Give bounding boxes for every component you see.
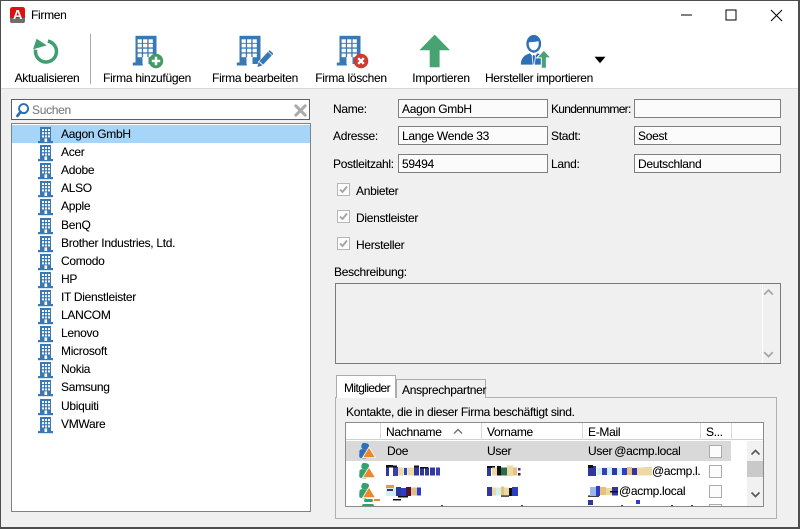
svg-text:A: A bbox=[13, 7, 23, 22]
